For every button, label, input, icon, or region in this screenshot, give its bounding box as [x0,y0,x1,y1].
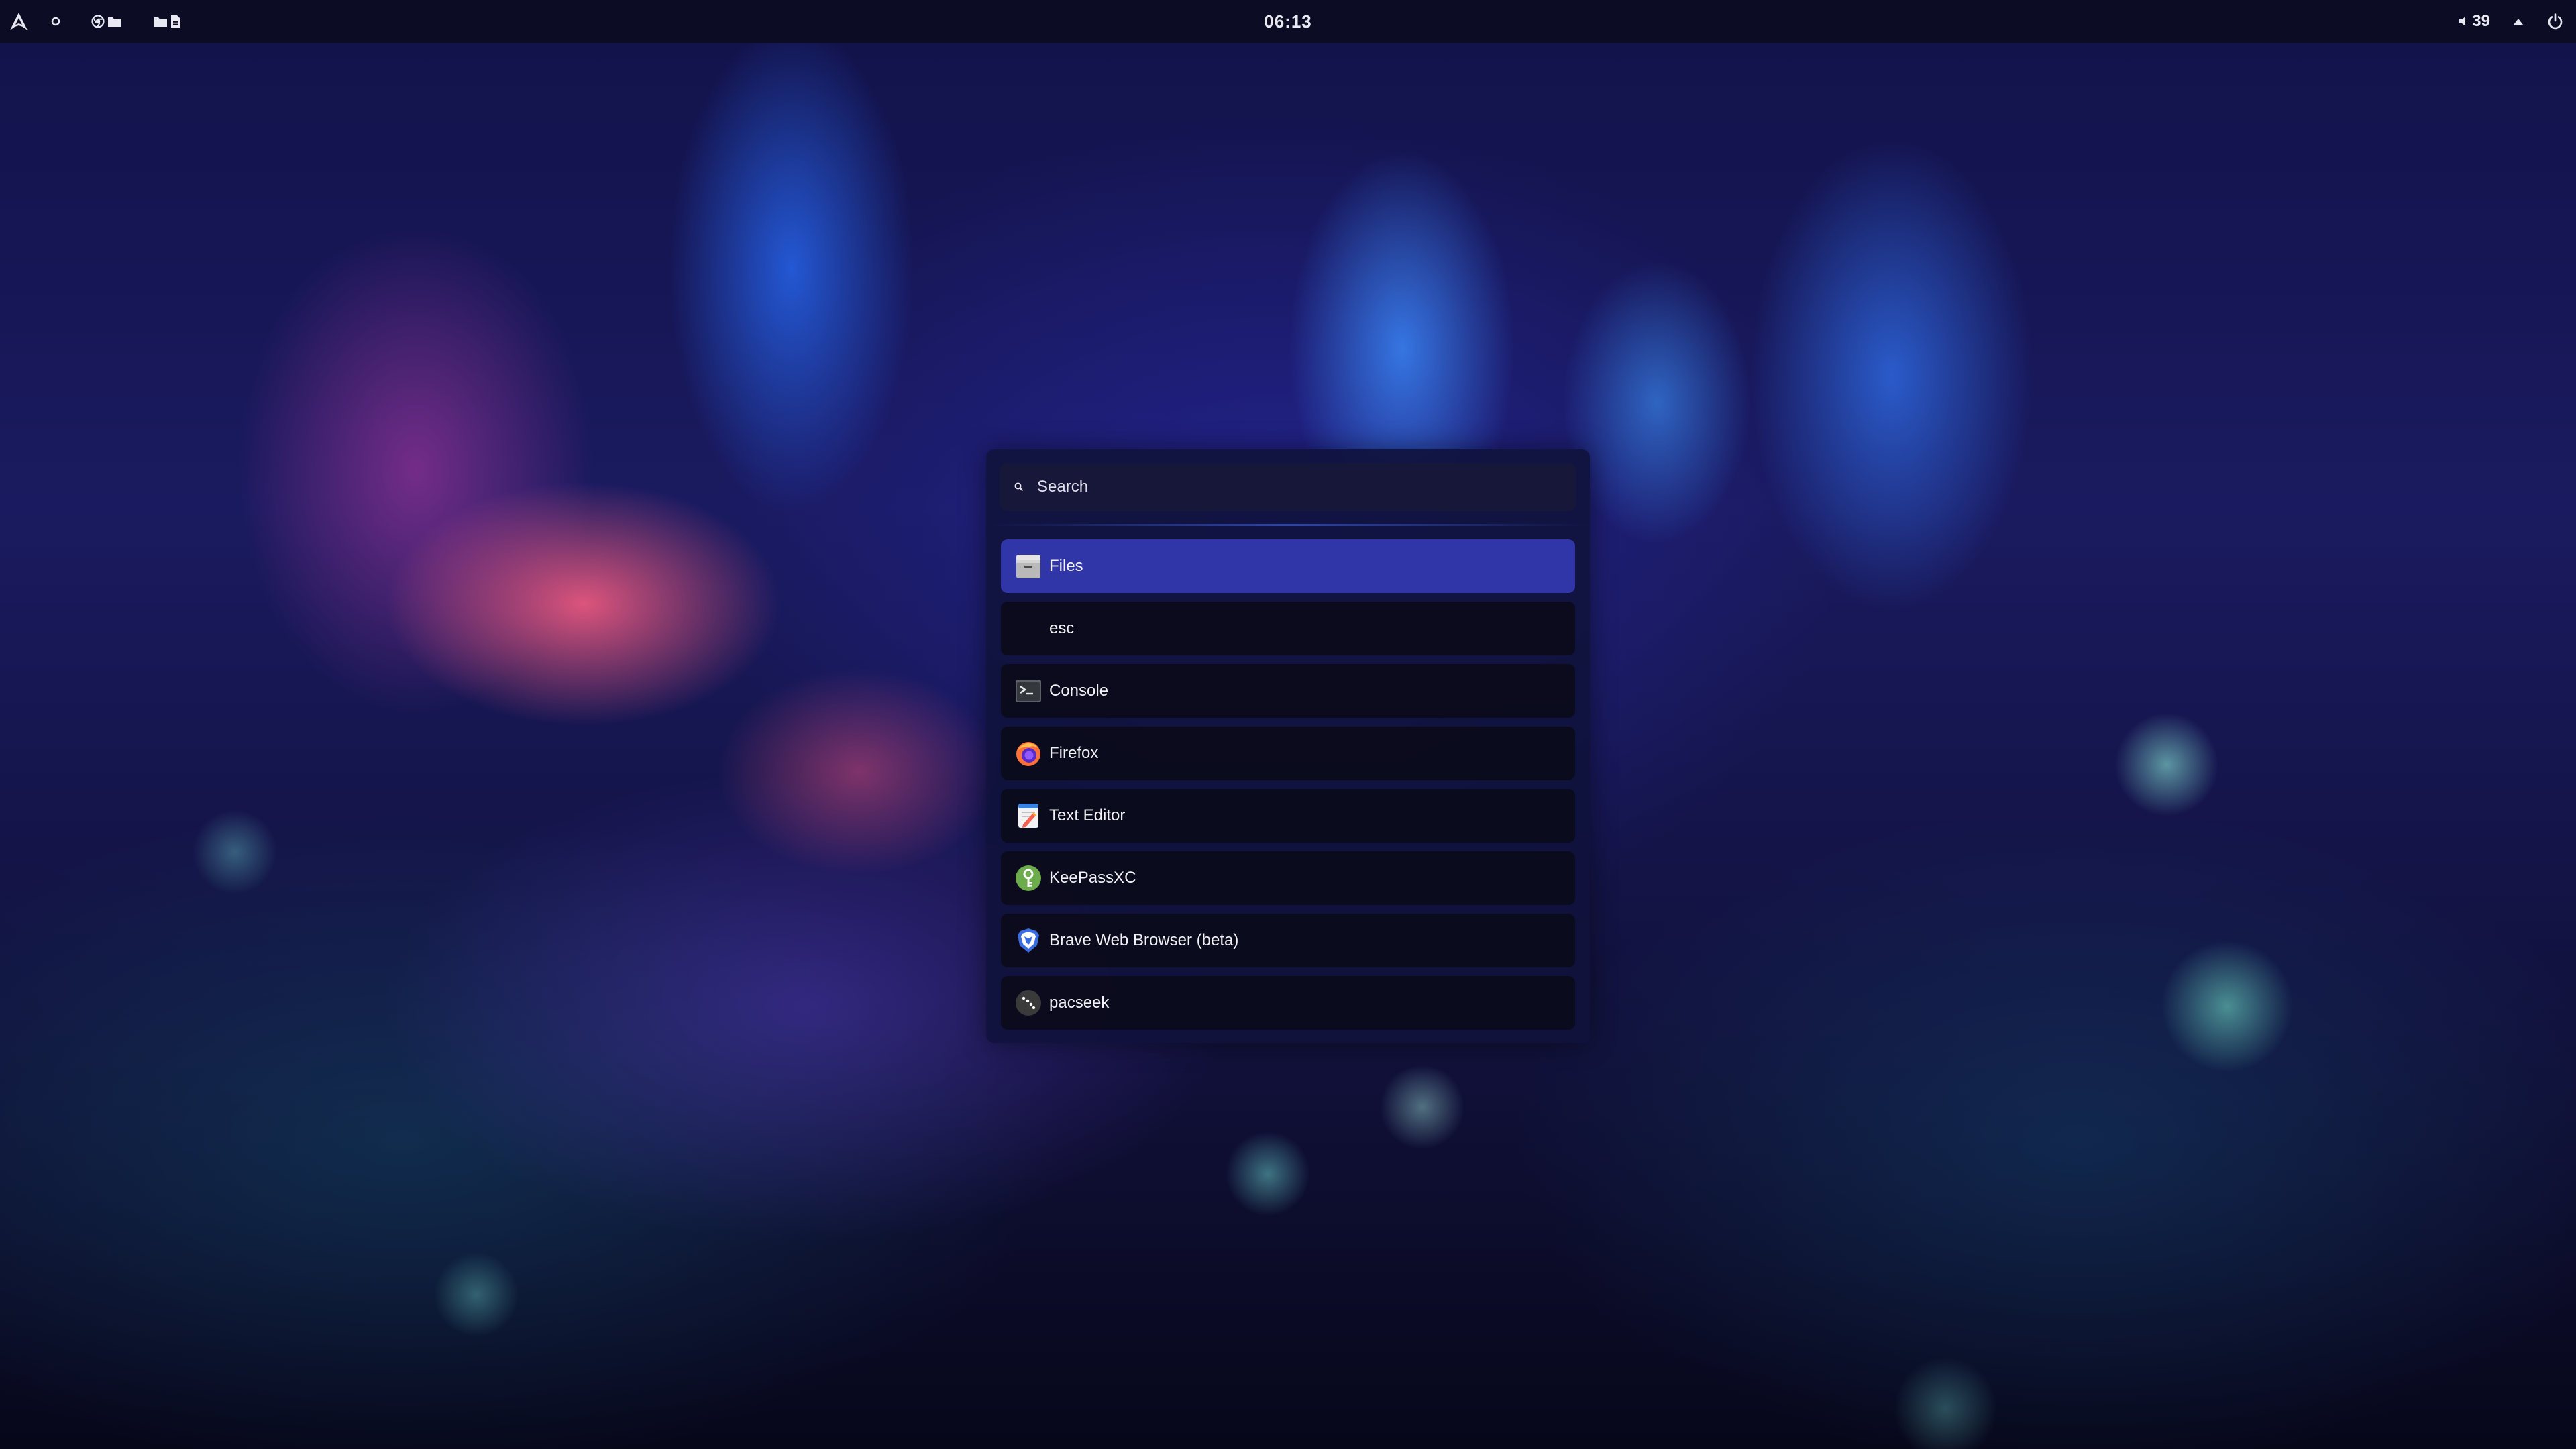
result-label: KeePassXC [1049,869,1136,887]
workspace-3[interactable] [153,15,181,28]
blank-icon [1014,614,1042,643]
folder-icon [153,15,168,28]
files-icon [1014,552,1042,580]
volume-icon [2459,16,2468,27]
tray-icon[interactable] [2513,17,2524,26]
result-item-text-editor[interactable]: Text Editor [1001,789,1575,843]
console-icon [1014,677,1042,705]
result-item-pacseek[interactable]: pacseek [1001,976,1575,1030]
chrome-icon [91,15,105,28]
search-bar[interactable] [1000,463,1576,511]
result-item-brave[interactable]: Brave Web Browser (beta) [1001,914,1575,967]
workspace-1[interactable] [51,17,60,26]
volume-level: 39 [2472,12,2490,30]
top-bar: 06:13 39 [0,0,2576,43]
clock[interactable]: 06:13 [1264,11,1312,32]
result-item-console[interactable]: Console [1001,664,1575,718]
pacseek-icon [1014,989,1042,1017]
volume-indicator[interactable]: 39 [2459,12,2490,31]
result-label: Firefox [1049,744,1099,762]
result-item-firefox[interactable]: Firefox [1001,727,1575,780]
results-list: Files esc Console Firefox Text Editor Ke… [1001,539,1575,1038]
keepassxc-icon [1014,864,1042,892]
arch-logo-icon[interactable] [9,12,28,31]
brave-icon [1014,926,1042,955]
document-icon [170,15,181,28]
firefox-icon [1014,739,1042,767]
top-bar-right: 39 [2459,0,2564,43]
result-item-keepassxc[interactable]: KeePassXC [1001,851,1575,905]
result-label: Brave Web Browser (beta) [1049,931,1239,949]
power-icon[interactable] [2546,13,2564,30]
top-bar-left [9,0,212,43]
result-label: Files [1049,557,1083,575]
result-label: pacseek [1049,994,1110,1012]
result-label: Console [1049,682,1109,700]
search-input[interactable] [1036,477,1548,497]
search-icon [1014,482,1024,492]
result-item-esc[interactable]: esc [1001,602,1575,655]
app-launcher: Files esc Console Firefox Text Editor [986,449,1590,1043]
search-divider [986,524,1590,526]
top-bar-center: 06:13 [0,0,2576,43]
result-label: Text Editor [1049,806,1126,824]
result-item-files[interactable]: Files [1001,539,1575,593]
text-editor-icon [1014,802,1042,830]
workspace-dot-icon [51,17,60,26]
workspace-2[interactable] [91,15,122,28]
folder-icon [107,15,122,28]
result-label: esc [1049,619,1075,637]
